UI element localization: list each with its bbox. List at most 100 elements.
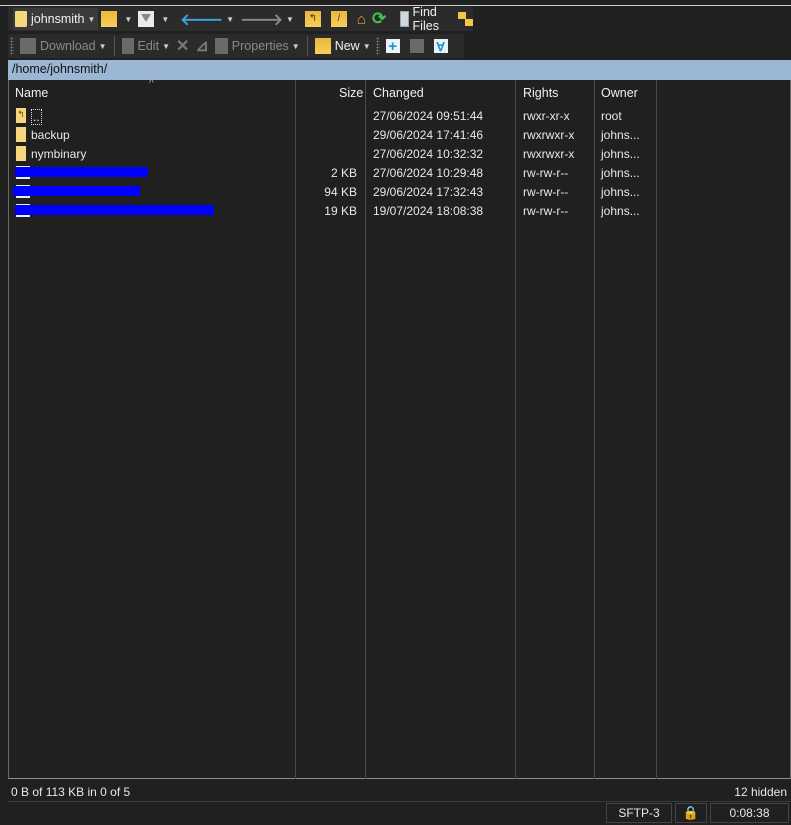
home-directory-button[interactable]: ⌂ — [354, 8, 369, 30]
file-rights: rw-rw-r-- — [523, 204, 569, 218]
parent-directory-icon: ↰ — [16, 108, 26, 123]
parent-directory-button[interactable]: ↰ — [302, 8, 328, 30]
path-bar[interactable]: /home/johnsmith/ — [8, 60, 791, 80]
refresh-button[interactable]: ⟳ — [369, 8, 389, 30]
download-button[interactable]: Download ▼ — [17, 35, 110, 57]
location-combo-label: johnsmith — [31, 12, 85, 26]
status-divider — [8, 801, 791, 802]
column-header-row: ^ Name Size Changed Rights Owner — [9, 78, 790, 106]
chevron-down-icon[interactable]: ▼ — [162, 42, 170, 51]
navigation-toolbar: johnsmith ▼ ▼ ▼ 🡐 ▼ 🡒 ▼ ↰ / ⌂ ⟳ Find Fil… — [8, 5, 473, 33]
file-list: ↰ .. 27/06/2024 09:51:44 rwxr-xr-x root … — [9, 106, 790, 220]
chevron-down-icon: ▼ — [87, 14, 96, 24]
find-files-icon — [400, 11, 409, 27]
chevron-down-icon[interactable]: ▼ — [292, 42, 300, 51]
synchronize-icon — [457, 11, 474, 27]
redacted-file-name — [15, 205, 214, 215]
selection-status-bar: 0 B of 113 KB in 0 of 5 12 hidden — [8, 783, 791, 800]
folder-icon — [16, 146, 26, 161]
forward-button[interactable]: 🡒 ▼ — [237, 8, 297, 30]
file-row[interactable]: 19 KB 19/07/2024 18:08:38 rw-rw-r-- john… — [9, 201, 790, 220]
file-row[interactable]: 94 KB 29/06/2024 17:32:43 rw-rw-r-- john… — [9, 182, 790, 201]
root-directory-button[interactable]: / — [328, 8, 354, 30]
delete-icon: ✕ — [175, 38, 190, 55]
file-changed: 19/07/2024 18:08:38 — [373, 204, 484, 218]
refresh-icon: ⟳ — [371, 9, 387, 28]
unselect-files-button[interactable] — [407, 35, 431, 57]
column-header-size[interactable]: Size — [339, 86, 363, 100]
file-changed: 29/06/2024 17:32:43 — [373, 185, 484, 199]
protocol-indicator: SFTP-3 — [606, 803, 672, 823]
download-label: Download — [40, 39, 96, 53]
file-row-parent[interactable]: ↰ .. 27/06/2024 09:51:44 rwxr-xr-x root — [9, 106, 790, 125]
back-button[interactable]: 🡐 ▼ — [177, 8, 237, 30]
encryption-indicator: 🔒 — [675, 803, 707, 823]
file-row[interactable]: 2 KB 27/06/2024 10:29:48 rw-rw-r-- johns… — [9, 163, 790, 182]
file-changed: 27/06/2024 10:29:48 — [373, 166, 484, 180]
new-button[interactable]: New ▼ — [312, 35, 374, 57]
rename-icon: ⊿ — [195, 38, 209, 55]
column-header-name[interactable]: Name — [15, 86, 48, 100]
file-owner: johns... — [601, 185, 640, 199]
folder-icon — [15, 11, 27, 27]
find-files-button[interactable]: Find Files — [397, 5, 446, 33]
file-list-panel[interactable]: ^ Name Size Changed Rights Owner ↰ .. 27… — [8, 78, 791, 779]
edit-label: Edit — [137, 39, 160, 53]
download-icon — [20, 38, 36, 54]
forward-arrow-icon: 🡒 — [240, 11, 283, 29]
column-header-changed[interactable]: Changed — [373, 86, 424, 100]
toolbar-separator — [113, 36, 115, 56]
back-arrow-icon: 🡐 — [180, 11, 224, 29]
session-status-bar: SFTP-3 🔒 0:08:38 — [0, 803, 791, 825]
file-row[interactable]: backup 29/06/2024 17:41:46 rwxrwxr-x joh… — [9, 125, 790, 144]
new-label: New — [334, 39, 360, 53]
filter-button[interactable]: ▼ — [135, 8, 172, 30]
sort-ascending-icon: ^ — [149, 78, 154, 89]
lock-icon: 🔒 — [682, 805, 700, 820]
toolbar-separator — [306, 36, 308, 56]
chevron-down-icon[interactable]: ▼ — [124, 15, 132, 24]
location-combo[interactable]: johnsmith ▼ — [13, 8, 99, 30]
folder-icon — [16, 127, 26, 142]
file-name: backup — [31, 128, 70, 142]
open-folder-icon — [101, 11, 118, 27]
find-files-label: Find Files — [412, 5, 439, 33]
select-files-button[interactable]: + — [383, 35, 407, 57]
edit-button[interactable]: Edit ▼ — [119, 35, 173, 57]
column-header-rights[interactable]: Rights — [523, 86, 558, 100]
chevron-down-icon[interactable]: ▼ — [226, 15, 234, 24]
new-icon — [314, 38, 331, 54]
chevron-down-icon: ▼ — [362, 41, 371, 51]
rename-button[interactable]: ⊿ — [192, 35, 211, 57]
file-size: 94 KB — [324, 185, 357, 199]
selection-summary: 0 B of 113 KB in 0 of 5 — [11, 785, 131, 799]
properties-label: Properties — [231, 39, 289, 53]
file-row[interactable]: nymbinary 27/06/2024 10:32:32 rwxrwxr-x … — [9, 144, 790, 163]
open-directory-button[interactable]: ▼ — [98, 8, 135, 30]
select-all-button[interactable]: ∀ — [431, 35, 455, 57]
redacted-file-name — [13, 186, 140, 196]
hidden-files-count[interactable]: 12 hidden — [734, 785, 787, 799]
root-directory-icon: / — [330, 11, 347, 27]
home-icon: ⌂ — [356, 10, 366, 28]
session-timer: 0:08:38 — [710, 803, 789, 823]
edit-icon — [121, 38, 134, 54]
delete-button[interactable]: ✕ — [173, 35, 192, 57]
chevron-down-icon[interactable]: ▼ — [286, 15, 294, 24]
file-changed: 27/06/2024 10:32:32 — [373, 147, 484, 161]
synchronize-button[interactable] — [455, 8, 477, 30]
properties-button[interactable]: Properties ▼ — [212, 35, 303, 57]
file-owner: johns... — [601, 128, 640, 142]
chevron-down-icon[interactable]: ▼ — [99, 42, 107, 51]
parent-directory-icon: ↰ — [304, 11, 321, 27]
column-header-owner[interactable]: Owner — [601, 86, 638, 100]
chevron-down-icon[interactable]: ▼ — [161, 15, 169, 24]
toolbar-grip[interactable] — [375, 37, 380, 55]
file-name: .. — [31, 109, 42, 125]
file-owner: root — [601, 109, 622, 123]
window-top-border — [0, 5, 791, 6]
file-rights: rw-rw-r-- — [523, 166, 569, 180]
toolbar-grip[interactable] — [10, 37, 14, 55]
file-name: nymbinary — [31, 147, 87, 161]
file-rights: rwxrwxr-x — [523, 147, 575, 161]
